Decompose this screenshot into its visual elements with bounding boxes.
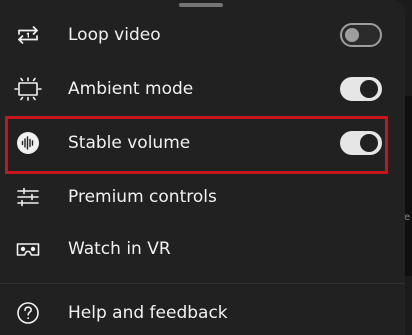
menu-item-premium-controls[interactable]: Premium controls [0, 170, 405, 224]
loop-icon [12, 19, 44, 51]
app-screen: e Loop video Ambient mode Stable volume … [0, 0, 412, 335]
menu-item-label: Ambient mode [68, 79, 194, 99]
menu-item-label: Help and feedback [68, 303, 228, 323]
menu-item-loop-video[interactable]: Loop video [0, 8, 405, 62]
stable-volume-icon [12, 127, 44, 159]
menu-item-label: Stable volume [68, 133, 191, 153]
menu-divider [0, 283, 405, 284]
toggle-knob [345, 28, 359, 42]
settings-bottom-sheet: Loop video Ambient mode Stable volume Pr… [0, 0, 405, 335]
menu-item-label: Premium controls [68, 187, 217, 207]
video-background [405, 96, 412, 276]
menu-item-watch-in-vr[interactable]: Watch in VR [0, 222, 405, 276]
menu-item-ambient-mode[interactable]: Ambient mode [0, 62, 405, 116]
sliders-icon [12, 181, 44, 213]
background-partial-text: e [404, 212, 411, 223]
menu-item-stable-volume[interactable]: Stable volume [0, 116, 405, 170]
stable-volume-toggle[interactable] [340, 131, 382, 155]
drag-handle[interactable] [179, 3, 223, 7]
menu-item-label: Watch in VR [68, 239, 171, 259]
menu-item-help-and-feedback[interactable]: Help and feedback [0, 286, 405, 335]
menu-item-label: Loop video [68, 25, 161, 45]
ambient-mode-toggle[interactable] [340, 77, 382, 101]
help-icon [12, 297, 44, 329]
vr-headset-icon [12, 233, 44, 265]
loop-video-toggle[interactable] [340, 23, 382, 47]
toggle-knob [360, 134, 378, 152]
ambient-mode-icon [12, 73, 44, 105]
toggle-knob [360, 80, 378, 98]
